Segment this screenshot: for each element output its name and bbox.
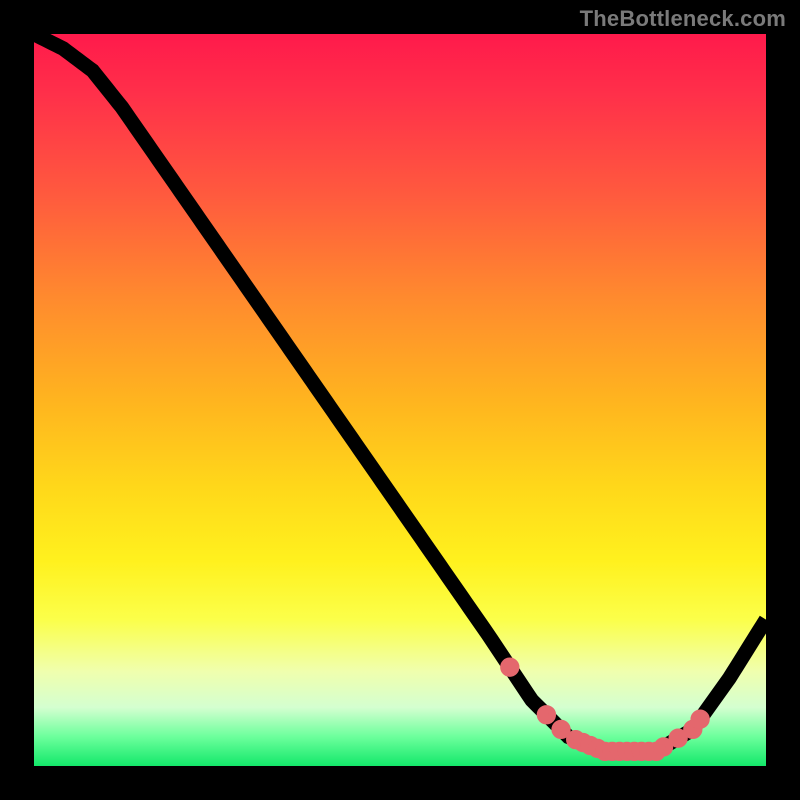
curve-marker (672, 732, 684, 744)
curve-marker (694, 713, 706, 725)
plot-area (34, 34, 766, 766)
attribution-text: TheBottleneck.com (580, 6, 786, 32)
curve-marker (555, 723, 567, 735)
curve-marker (658, 741, 670, 753)
chart-frame: TheBottleneck.com (0, 0, 800, 800)
curve-marker (540, 709, 552, 721)
bottleneck-curve (34, 34, 766, 751)
curve-svg (34, 34, 766, 766)
curve-marker (504, 661, 516, 673)
